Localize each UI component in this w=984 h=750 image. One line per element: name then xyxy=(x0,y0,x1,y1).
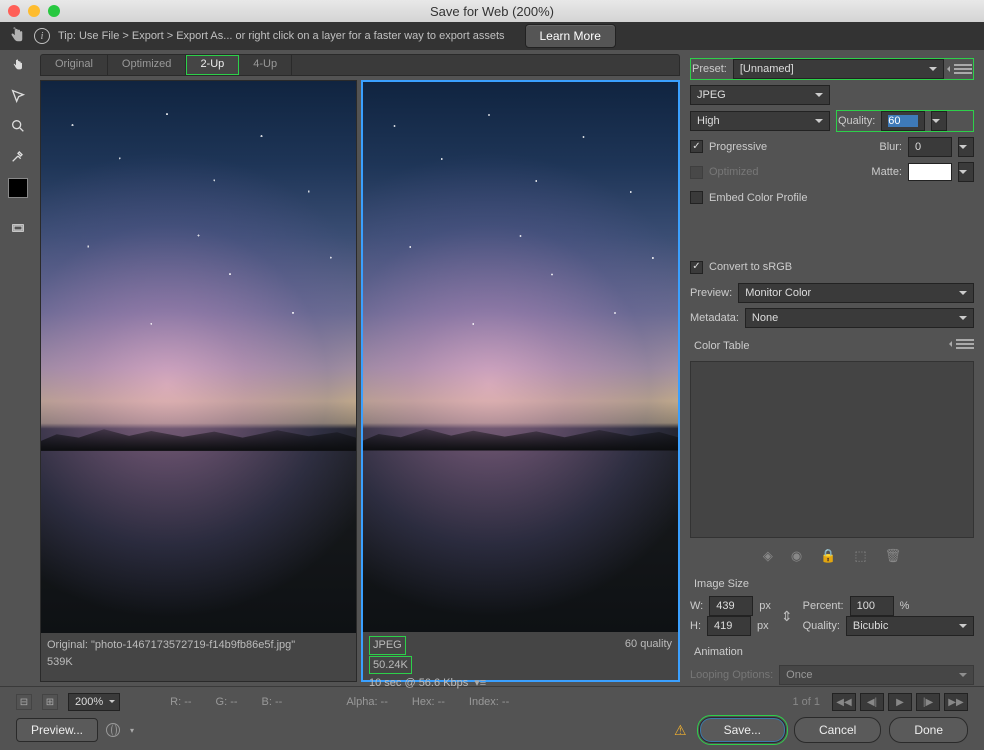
hand-tool[interactable] xyxy=(6,54,30,78)
eyedropper-color-swatch[interactable] xyxy=(8,178,28,198)
progressive-checkbox[interactable] xyxy=(690,140,703,153)
optimized-format: JPEG xyxy=(369,636,406,655)
ct-snap-icon[interactable]: ◈ xyxy=(763,548,773,564)
optimized-time: 10 sec @ 56.6 Kbps xyxy=(369,677,468,689)
height-input[interactable] xyxy=(707,616,751,636)
format-select[interactable]: JPEG xyxy=(690,85,830,105)
embed-profile-checkbox[interactable] xyxy=(690,191,703,204)
constrain-link-icon[interactable]: ⇕ xyxy=(781,608,793,625)
percent-label: Percent: xyxy=(803,600,844,612)
srgb-checkbox[interactable] xyxy=(690,261,703,274)
tab-2up[interactable]: 2-Up xyxy=(186,55,239,75)
learn-more-button[interactable]: Learn More xyxy=(525,24,616,48)
color-table-flyout[interactable] xyxy=(956,337,974,351)
metadata-label: Metadata: xyxy=(690,312,739,324)
ct-shift-icon[interactable]: ◉ xyxy=(791,548,802,564)
color-table-label: Color Table xyxy=(694,340,749,352)
percent-input[interactable] xyxy=(850,596,894,616)
quality-preset-select[interactable]: High xyxy=(690,111,830,131)
tab-4up[interactable]: 4-Up xyxy=(239,55,292,75)
height-label: H: xyxy=(690,620,701,632)
ct-lock-icon[interactable]: 🔒 xyxy=(820,548,836,564)
color-table xyxy=(690,361,974,538)
optimized-meta: 60 quality JPEG 50.24K 10 sec @ 56.6 Kbp… xyxy=(363,632,678,680)
hand-icon xyxy=(8,27,26,45)
image-size-label: Image Size xyxy=(694,578,974,590)
done-button[interactable]: Done xyxy=(889,717,968,743)
embed-profile-label: Embed Color Profile xyxy=(709,192,807,204)
original-image[interactable] xyxy=(41,81,356,633)
metadata-select[interactable]: None xyxy=(745,308,974,328)
quality-label: Quality: xyxy=(838,115,875,127)
anim-next-button[interactable]: |▶ xyxy=(916,693,940,711)
cancel-button[interactable]: Cancel xyxy=(794,717,881,743)
optimized-checkbox xyxy=(690,166,703,179)
anim-first-button[interactable]: ◀◀ xyxy=(832,693,856,711)
optimized-pane[interactable]: 60 quality JPEG 50.24K 10 sec @ 56.6 Kbp… xyxy=(361,80,680,682)
quality-input[interactable] xyxy=(881,111,925,131)
animation-nav: 1 of 1 ◀◀ ◀| ▶ |▶ ▶▶ xyxy=(792,693,968,711)
blur-slider-dropdown[interactable] xyxy=(958,137,974,157)
resample-quality-label: Quality: xyxy=(803,620,840,632)
anim-play-button[interactable]: ▶ xyxy=(888,693,912,711)
original-meta: Original: "photo-1467173572719-f14b9fb86… xyxy=(41,633,356,681)
preview-menu-icon[interactable]: ▾≡ xyxy=(474,675,486,692)
tip-text: Tip: Use File > Export > Export As... or… xyxy=(58,30,505,42)
ct-new-icon[interactable]: ⬚ xyxy=(854,548,866,564)
preset-flyout-menu[interactable] xyxy=(954,62,972,76)
original-pane[interactable]: Original: "photo-1467173572719-f14b9fb86… xyxy=(40,80,357,682)
original-filename: Original: "photo-1467173572719-f14b9fb86… xyxy=(47,637,350,654)
preview-select[interactable]: Monitor Color xyxy=(738,283,974,303)
matte-swatch[interactable] xyxy=(908,163,952,181)
looping-label: Looping Options: xyxy=(690,669,773,681)
footer: ⊟ ⊞ 200% R: -- G: -- B: -- Alpha: -- Hex… xyxy=(0,686,984,750)
blur-label: Blur: xyxy=(879,141,902,153)
preset-select[interactable]: [Unnamed] xyxy=(733,59,944,79)
settings-panel: Preset: [Unnamed] JPEG High Quality: Pro… xyxy=(684,50,984,686)
resample-quality-select[interactable]: Bicubic xyxy=(846,616,974,636)
titlebar: Save for Web (200%) xyxy=(0,0,984,22)
width-label: W: xyxy=(690,600,703,612)
tab-optimized[interactable]: Optimized xyxy=(108,55,187,75)
window-title: Save for Web (200%) xyxy=(0,4,984,19)
view-tabs: Original Optimized 2-Up 4-Up xyxy=(40,54,680,76)
preset-label: Preset: xyxy=(692,63,727,75)
zoom-tool[interactable] xyxy=(6,114,30,138)
optimized-size: 50.24K xyxy=(369,656,412,675)
width-input[interactable] xyxy=(709,596,753,616)
original-filesize: 539K xyxy=(47,654,350,671)
preview-button[interactable]: Preview... xyxy=(16,718,98,742)
zoom-in-button[interactable]: ⊞ xyxy=(42,694,58,710)
srgb-label: Convert to sRGB xyxy=(709,261,792,273)
ct-trash-icon[interactable]: 🗑 xyxy=(885,548,902,564)
looping-select: Once xyxy=(779,665,974,685)
warning-icon: ⚠ xyxy=(674,722,687,739)
blur-input[interactable] xyxy=(908,137,952,157)
slice-select-tool[interactable] xyxy=(6,84,30,108)
eyedropper-tool[interactable] xyxy=(6,144,30,168)
browser-preview-icon[interactable] xyxy=(106,723,120,737)
progressive-label: Progressive xyxy=(709,141,767,153)
zoom-out-button[interactable]: ⊟ xyxy=(16,694,32,710)
anim-last-button[interactable]: ▶▶ xyxy=(944,693,968,711)
tip-bar: i Tip: Use File > Export > Export As... … xyxy=(0,22,984,50)
optimized-image[interactable] xyxy=(363,82,678,632)
zoom-select[interactable]: 200% xyxy=(68,693,120,711)
animation-page: 1 of 1 xyxy=(792,696,820,708)
quality-slider-dropdown[interactable] xyxy=(931,111,947,131)
toggle-slices-button[interactable] xyxy=(6,216,30,240)
color-readouts: R: -- G: -- B: -- Alpha: -- Hex: -- Inde… xyxy=(170,696,509,708)
save-button[interactable]: Save... xyxy=(699,717,786,743)
matte-dropdown[interactable] xyxy=(958,162,974,182)
matte-label: Matte: xyxy=(871,166,902,178)
color-table-icons: ◈ ◉ 🔒 ⬚ 🗑 xyxy=(690,544,974,568)
optimized-quality-readout: 60 quality xyxy=(625,636,672,653)
tab-original[interactable]: Original xyxy=(41,55,108,75)
preview-label: Preview: xyxy=(690,287,732,299)
optimized-label: Optimized xyxy=(709,166,759,178)
tool-strip xyxy=(0,50,36,686)
anim-prev-button[interactable]: ◀| xyxy=(860,693,884,711)
animation-label: Animation xyxy=(694,646,974,658)
info-icon: i xyxy=(34,28,50,44)
